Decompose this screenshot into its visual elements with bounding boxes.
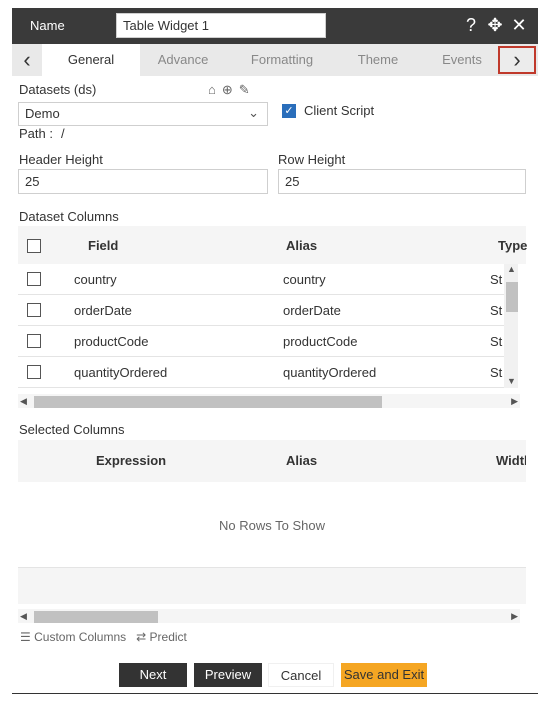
row-field: productCode	[74, 334, 149, 349]
panel-header: Name ? ✥ ✕	[12, 8, 538, 44]
path-value: /	[61, 126, 65, 141]
header-height-input[interactable]	[18, 169, 268, 194]
row-alias: orderDate	[283, 303, 341, 318]
dataset-selected-value: Demo	[25, 106, 60, 121]
tab-general[interactable]: General	[42, 44, 140, 76]
cancel-button[interactable]: Cancel	[268, 663, 334, 687]
row-type: St	[490, 334, 503, 349]
home-icon[interactable]: ⌂	[208, 82, 216, 98]
widget-properties-panel: Name ? ✥ ✕ ‹ General Advance Formatting …	[12, 8, 538, 694]
tab-advance[interactable]: Advance	[140, 44, 226, 76]
dataset-columns-horizontal-scrollbar[interactable]: ◀ ▶	[18, 394, 520, 408]
selected-columns-body: No Rows To Show	[18, 482, 526, 568]
bottom-divider	[12, 693, 538, 694]
predict-link[interactable]: ⇄ Predict	[136, 630, 187, 644]
chevron-down-icon: ⌄	[248, 105, 259, 120]
row-checkbox[interactable]	[27, 334, 41, 348]
vertical-scroll-thumb[interactable]	[506, 282, 518, 312]
close-icon[interactable]: ✕	[510, 14, 528, 36]
client-script-checkbox[interactable]: ✓	[282, 104, 296, 118]
dataset-select[interactable]: Demo ⌄	[18, 102, 268, 126]
datasets-label: Datasets (ds)	[19, 82, 97, 97]
table-row[interactable]: productCode productCode St	[18, 326, 504, 357]
swap-arrows-icon: ⇄	[136, 630, 147, 644]
tab-bar: ‹ General Advance Formatting Theme Event…	[12, 44, 538, 76]
row-checkbox[interactable]	[27, 365, 41, 379]
selected-columns-header: Expression Alias Width	[18, 440, 526, 482]
widget-name-input[interactable]	[116, 13, 326, 38]
column-header-alias[interactable]: Alias	[286, 453, 317, 468]
tab-prev-arrow-icon[interactable]: ‹	[12, 44, 42, 76]
row-alias: country	[283, 272, 326, 287]
row-height-input[interactable]	[278, 169, 526, 194]
row-height-label: Row Height	[278, 152, 346, 167]
column-header-width[interactable]: Width	[496, 453, 526, 468]
dataset-columns-header: Field Alias Type	[18, 226, 527, 264]
client-script-label: Client Script	[304, 103, 375, 118]
custom-columns-label: Custom Columns	[34, 630, 127, 644]
dataset-columns-title: Dataset Columns	[19, 209, 119, 224]
horizontal-scroll-thumb[interactable]	[34, 611, 158, 623]
table-row[interactable]: quantityOrdered quantityOrdered St	[18, 357, 504, 388]
row-checkbox[interactable]	[27, 303, 41, 317]
row-type: St	[490, 365, 503, 380]
dataset-columns-vertical-scrollbar[interactable]: ▲ ▼	[504, 264, 518, 388]
table-row[interactable]: orderDate orderDate St	[18, 295, 504, 326]
save-and-exit-button[interactable]: Save and Exit	[341, 663, 427, 687]
scroll-up-icon[interactable]: ▲	[507, 264, 516, 274]
column-header-type[interactable]: Type	[498, 238, 527, 253]
edit-icon[interactable]: ✎	[239, 82, 250, 98]
table-row[interactable]: country country St	[18, 264, 504, 295]
tab-formatting[interactable]: Formatting	[234, 44, 330, 76]
column-header-field[interactable]: Field	[88, 238, 118, 253]
tab-theme[interactable]: Theme	[338, 44, 418, 76]
selected-columns-title: Selected Columns	[19, 422, 125, 437]
next-button[interactable]: Next	[119, 663, 187, 687]
predict-label: Predict	[149, 630, 187, 644]
column-header-expression[interactable]: Expression	[96, 453, 166, 468]
preview-button[interactable]: Preview	[194, 663, 262, 687]
row-field: quantityOrdered	[74, 365, 168, 380]
empty-message: No Rows To Show	[219, 518, 325, 533]
move-icon[interactable]: ✥	[486, 14, 504, 36]
row-alias: productCode	[283, 334, 358, 349]
scroll-down-icon[interactable]: ▼	[507, 376, 516, 386]
header-height-label: Header Height	[19, 152, 103, 167]
selected-columns-spacer	[18, 568, 526, 604]
row-field: orderDate	[74, 303, 132, 318]
name-label: Name	[30, 18, 65, 33]
row-alias: quantityOrdered	[283, 365, 377, 380]
scroll-right-icon[interactable]: ▶	[511, 396, 518, 407]
scroll-left-icon[interactable]: ◀	[20, 611, 27, 622]
menu-lines-icon: ☰	[20, 630, 31, 644]
tab-events[interactable]: Events	[422, 44, 502, 76]
custom-columns-link[interactable]: ☰ Custom Columns	[20, 630, 126, 644]
scroll-left-icon[interactable]: ◀	[20, 396, 27, 407]
row-field: country	[74, 272, 117, 287]
column-header-alias[interactable]: Alias	[286, 238, 317, 253]
help-icon[interactable]: ?	[462, 14, 480, 36]
scroll-right-icon[interactable]: ▶	[511, 611, 518, 622]
row-type: St	[490, 303, 503, 318]
tab-next-arrow-icon[interactable]: ›	[498, 46, 536, 74]
select-all-checkbox[interactable]	[27, 239, 41, 253]
horizontal-scroll-thumb[interactable]	[34, 396, 382, 408]
row-checkbox[interactable]	[27, 272, 41, 286]
selected-columns-horizontal-scrollbar[interactable]: ◀ ▶	[18, 609, 520, 623]
row-type: St	[490, 272, 503, 287]
add-circle-icon[interactable]: ⊕	[222, 82, 233, 98]
path-label: Path :	[19, 126, 53, 141]
